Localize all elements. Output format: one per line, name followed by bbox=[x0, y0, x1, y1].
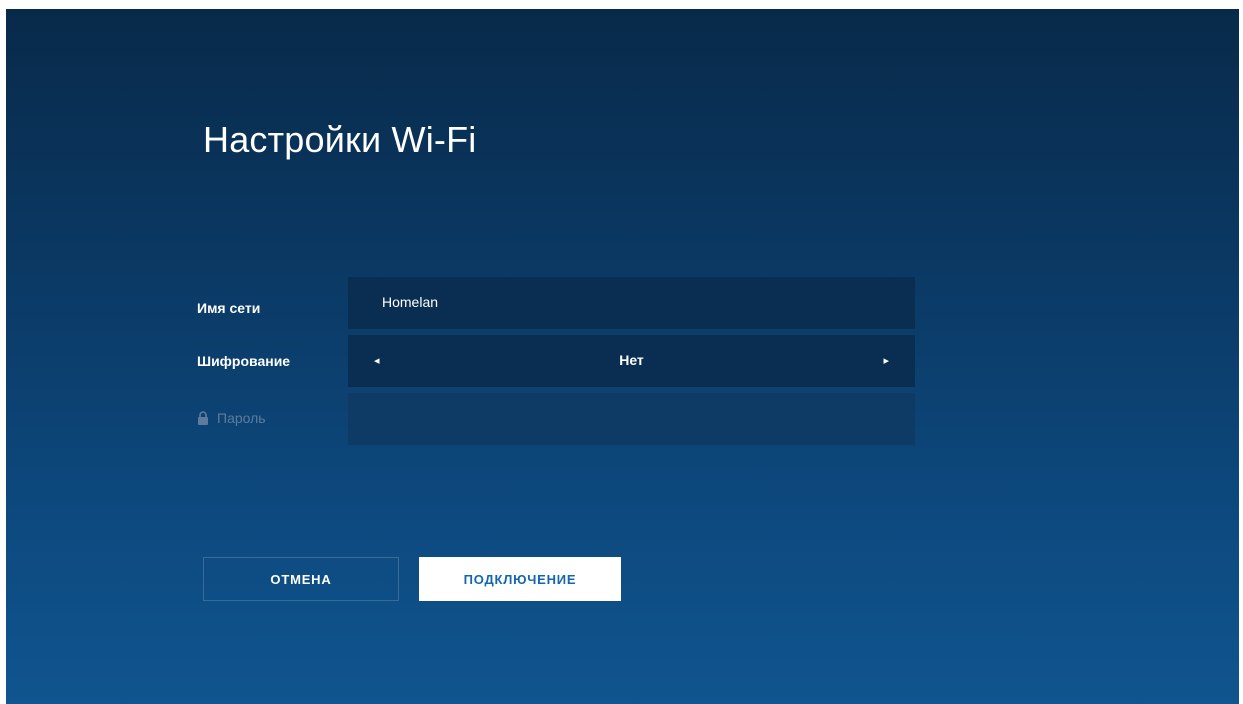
network-name-label: Имя сети bbox=[197, 300, 261, 316]
encryption-selector[interactable]: ◂ Нет ▸ bbox=[348, 335, 915, 387]
page-title: Настройки Wi-Fi bbox=[203, 119, 477, 160]
password-label-row: Пароль bbox=[197, 410, 266, 426]
cancel-button[interactable]: ОТМЕНА bbox=[203, 557, 399, 601]
network-name-field[interactable]: Homelan bbox=[348, 277, 915, 329]
triangle-right-icon[interactable]: ▸ bbox=[883, 352, 889, 370]
password-field bbox=[348, 393, 915, 445]
network-name-value: Homelan bbox=[382, 294, 439, 310]
encryption-value: Нет bbox=[619, 352, 644, 368]
connect-button[interactable]: ПОДКЛЮЧЕНИЕ bbox=[419, 557, 621, 601]
wifi-settings-screen: Настройки Wi-Fi Имя сети Homelan Шифрова… bbox=[6, 9, 1239, 704]
password-label: Пароль bbox=[217, 410, 266, 426]
lock-icon bbox=[198, 411, 208, 425]
encryption-label: Шифрование bbox=[197, 353, 291, 369]
